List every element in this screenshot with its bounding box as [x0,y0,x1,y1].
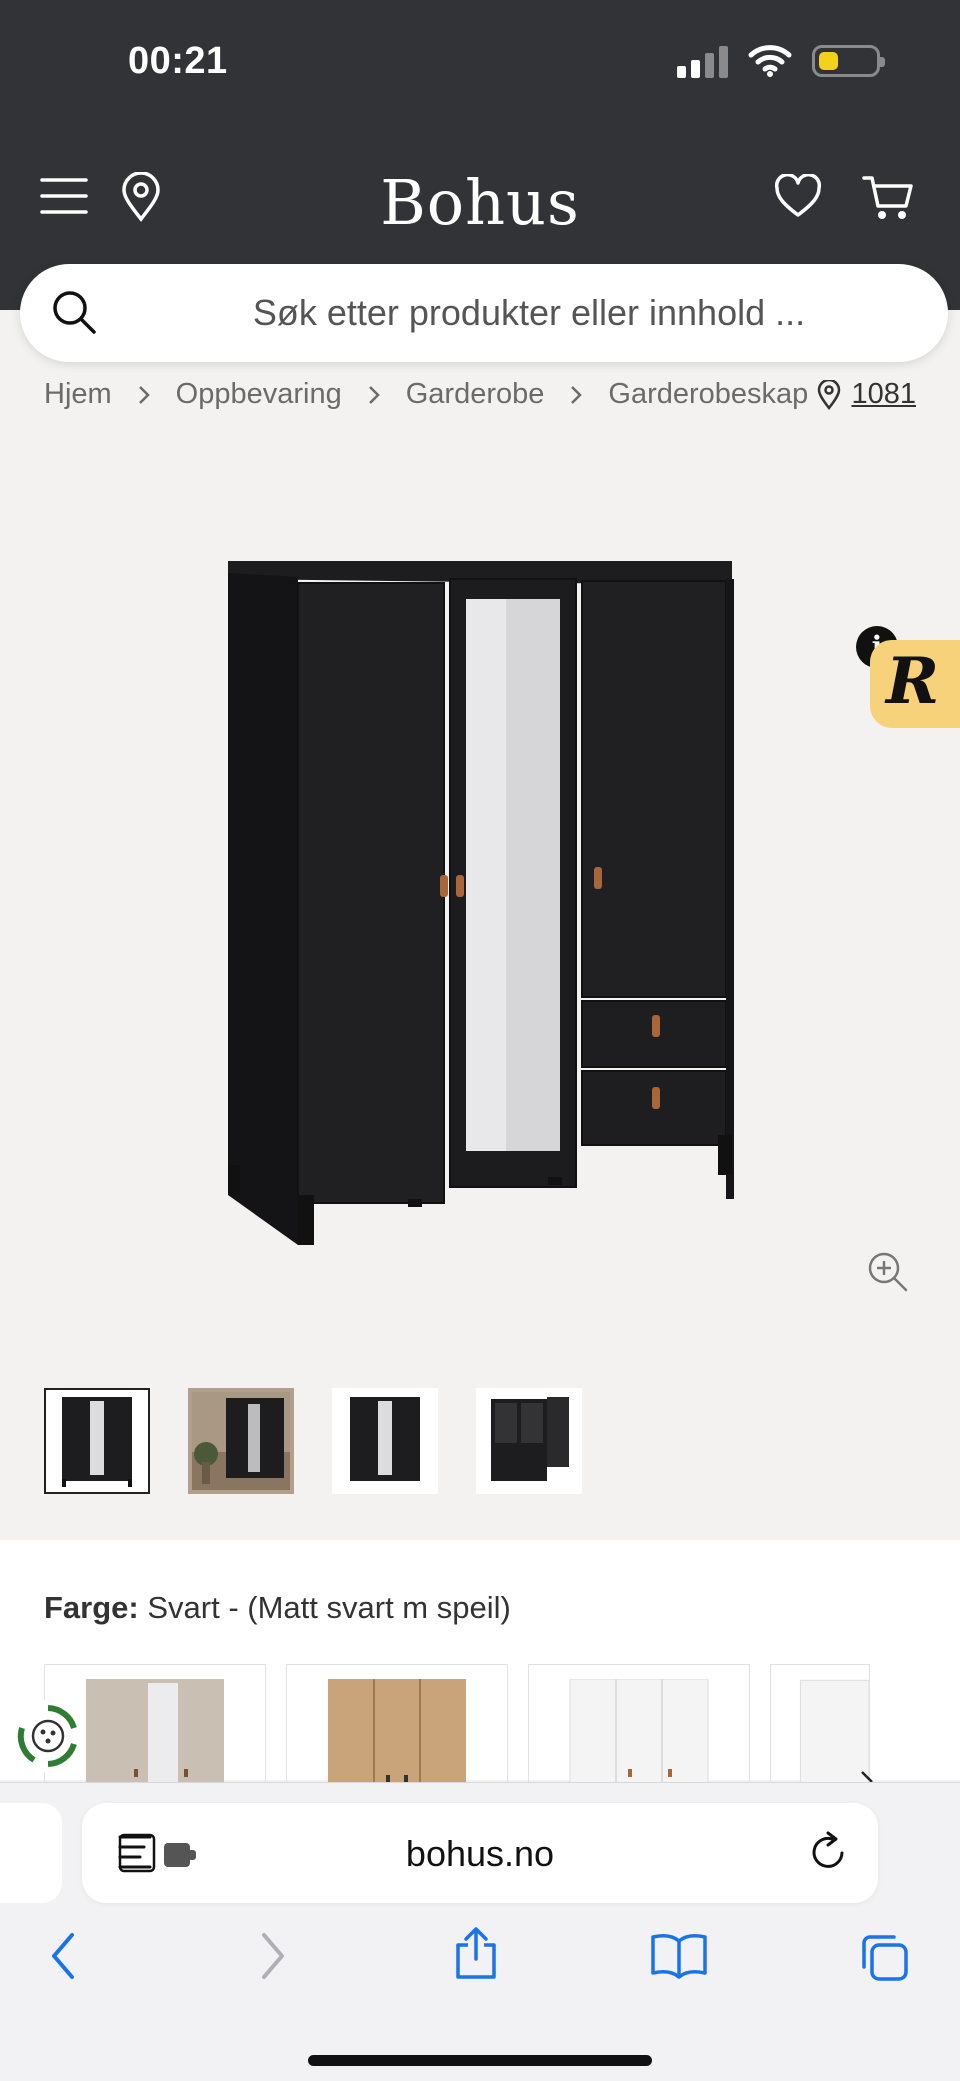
product-image-wardrobe[interactable] [222,555,742,1255]
eco-recycle-badge[interactable] [12,1700,84,1772]
color-selector: Farge: Svart - (Matt svart m speil) [0,1540,960,1804]
color-label: Farge: Svart - (Matt svart m speil) [44,1590,511,1626]
previous-tab[interactable] [0,1803,62,1903]
search-input[interactable]: Søk etter produkter eller innhold ... [20,264,948,362]
url-text: bohus.no [405,1833,555,1874]
wishlist-heart-icon[interactable] [774,174,822,218]
thumbnail-1[interactable] [44,1388,150,1494]
tabs-icon[interactable] [858,1931,910,1983]
breadcrumb-garderobeskap[interactable]: Garderobeskap [608,378,808,411]
color-label-key: Farge: [44,1590,139,1625]
thumbnail-2[interactable] [188,1388,294,1494]
signal-icon [677,44,728,78]
cart-icon[interactable] [862,174,914,222]
thumbnail-3[interactable] [332,1388,438,1494]
bookmarks-icon[interactable] [650,1931,708,1979]
search-icon [53,291,96,334]
breadcrumb-oppbevaring[interactable]: Oppbevaring [176,378,342,411]
chevron-right-icon [368,385,380,405]
battery-icon [812,45,885,77]
wifi-icon [748,45,792,77]
breadcrumb: Hjem Oppbevaring Garderobe Garderobeskap [44,378,808,411]
reviews-logo-icon: R [886,644,940,719]
reload-icon[interactable] [810,1831,850,1875]
forward-icon[interactable] [258,1931,288,1981]
share-icon[interactable] [452,1925,500,1981]
store-number[interactable]: 1081 [851,378,916,411]
breadcrumb-home[interactable]: Hjem [44,378,112,411]
status-icons [677,44,885,78]
store-selector[interactable]: 1081 [817,378,916,411]
chevron-right-icon [138,385,150,405]
color-label-value: Svart - (Matt svart m speil) [147,1590,511,1625]
reviews-widget-badge[interactable]: R [870,640,960,728]
status-time: 00:21 [128,40,228,82]
home-indicator [308,2055,652,2066]
back-icon[interactable] [48,1931,78,1981]
browser-toolbar [0,1927,960,2011]
search-placeholder: Søk etter produkter eller innhold ... [252,292,806,333]
image-thumbnails [44,1388,582,1494]
chevron-right-icon [570,385,583,405]
url-bar[interactable]: bohus.no [82,1803,878,1903]
browser-chrome: bohus.no [0,1782,960,2081]
breadcrumb-garderobe[interactable]: Garderobe [406,378,545,411]
location-pin-icon [818,379,841,410]
zoom-in-icon[interactable] [866,1250,910,1294]
thumbnail-4[interactable] [476,1388,582,1494]
